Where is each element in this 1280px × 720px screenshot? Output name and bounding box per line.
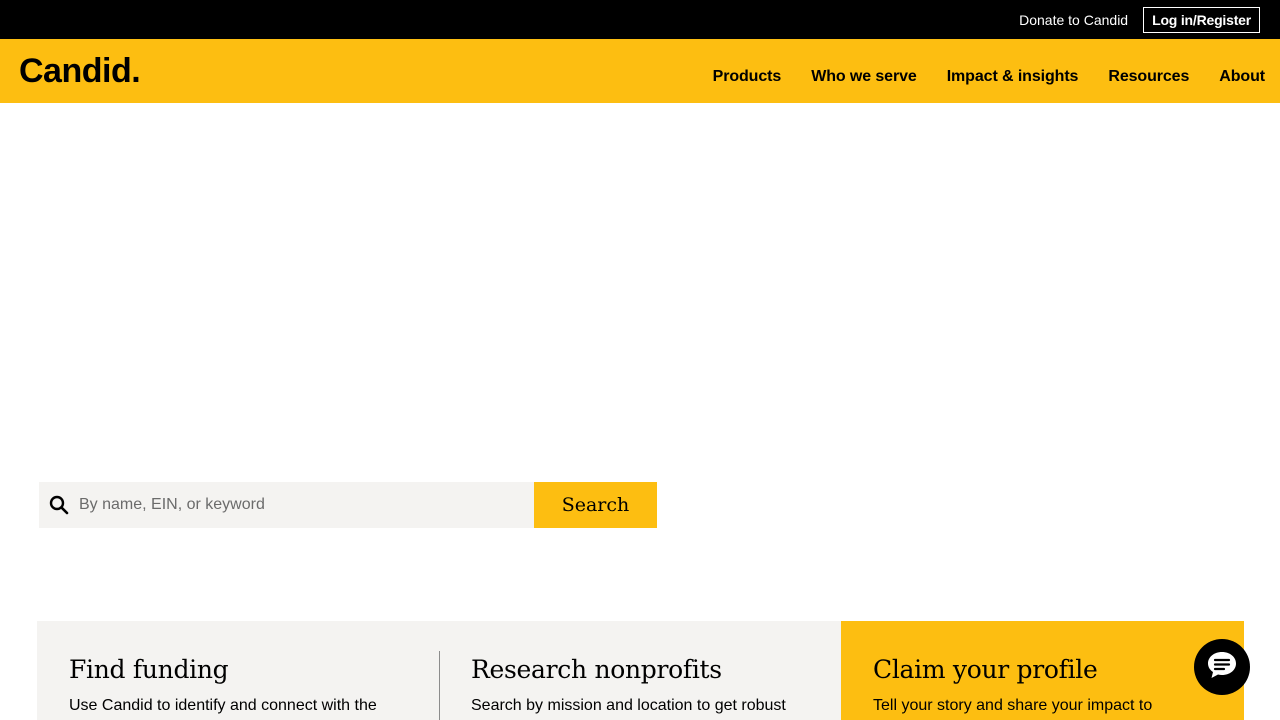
candid-logo[interactable]: Candid. bbox=[19, 52, 141, 90]
feature-title[interactable]: Research nonprofits bbox=[471, 655, 809, 685]
search-bar: Search bbox=[39, 482, 657, 528]
feature-title[interactable]: Claim your profile bbox=[873, 655, 1212, 685]
chat-button[interactable] bbox=[1194, 639, 1250, 695]
main-nav: Products Who we serve Impact & insights … bbox=[683, 67, 1265, 87]
nav-item-who-we-serve[interactable]: Who we serve bbox=[811, 67, 917, 87]
card-divider bbox=[439, 651, 440, 720]
nav-item-products[interactable]: Products bbox=[713, 67, 782, 87]
feature-title[interactable]: Find funding bbox=[69, 655, 407, 685]
main-header: Candid. Products Who we serve Impact & i… bbox=[0, 39, 1280, 103]
feature-description: Search by mission and location to get ro… bbox=[471, 697, 786, 714]
utility-bar: Donate to Candid Log in/Register bbox=[0, 0, 1280, 39]
feature-description: Tell your story and share your impact to bbox=[873, 697, 1153, 714]
search-input[interactable] bbox=[79, 482, 534, 528]
feature-card-research-nonprofits[interactable]: Research nonprofits Search by mission an… bbox=[439, 621, 841, 720]
nav-item-impact-insights[interactable]: Impact & insights bbox=[947, 67, 1079, 87]
nav-item-resources[interactable]: Resources bbox=[1108, 67, 1189, 87]
nav-item-about[interactable]: About bbox=[1219, 67, 1265, 87]
feature-card-claim-profile[interactable]: Claim your profile Tell your story and s… bbox=[841, 621, 1244, 720]
login-register-button[interactable]: Log in/Register bbox=[1143, 6, 1260, 33]
search-field bbox=[39, 482, 534, 528]
chat-bubble-icon bbox=[1206, 650, 1238, 685]
search-icon bbox=[39, 495, 79, 515]
feature-cards: Find funding Use Candid to identify and … bbox=[37, 621, 1244, 720]
feature-description: Use Candid to identify and connect with … bbox=[69, 697, 377, 714]
feature-card-find-funding[interactable]: Find funding Use Candid to identify and … bbox=[37, 621, 439, 720]
donate-link[interactable]: Donate to Candid bbox=[1019, 12, 1128, 28]
search-button[interactable]: Search bbox=[534, 482, 657, 528]
